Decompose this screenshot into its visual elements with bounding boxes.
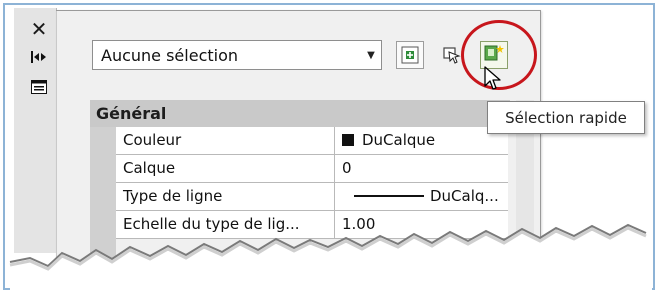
property-row-linetype-scale[interactable]: Echelle du type de lig... 1.00 <box>116 211 508 239</box>
mouse-cursor-icon <box>484 66 501 90</box>
property-name: Echelle du type de lig... <box>116 211 335 238</box>
linetype-sample <box>354 195 424 197</box>
property-value-text: DuCalq... <box>430 187 499 205</box>
property-row-color[interactable]: Couleur DuCalque <box>116 127 508 155</box>
selection-dropdown[interactable]: Aucune sélection ▼ <box>92 40 382 70</box>
property-value[interactable]: DuCalque <box>336 127 508 154</box>
property-name: Calque <box>116 155 335 182</box>
property-name: Type de ligne <box>116 183 335 210</box>
property-value[interactable]: DuCalq... <box>336 183 508 210</box>
section-header-general[interactable]: Général <box>90 100 510 128</box>
property-name: Couleur <box>116 127 335 154</box>
auto-hide-icon[interactable] <box>28 46 50 68</box>
palette-title-strip: ✕ <box>14 8 57 253</box>
close-icon[interactable]: ✕ <box>28 17 50 41</box>
toggle-pickadd-button[interactable] <box>396 41 424 69</box>
property-value[interactable]: 0 <box>336 155 508 182</box>
property-value[interactable]: 1.00 <box>336 211 508 238</box>
property-row-layer[interactable]: Calque 0 <box>116 155 508 183</box>
properties-icon[interactable] <box>28 76 50 98</box>
section-title: Général <box>96 104 167 123</box>
auto-hide-glyph <box>31 51 46 63</box>
property-row-linetype[interactable]: Type de ligne DuCalq... <box>116 183 508 211</box>
color-swatch <box>342 134 354 146</box>
pickadd-icon <box>401 46 419 64</box>
category-gutter <box>90 127 116 267</box>
properties-glyph <box>31 80 47 94</box>
chevron-down-icon[interactable]: ▼ <box>361 41 381 69</box>
selection-dropdown-value: Aucune sélection <box>101 45 239 65</box>
tooltip: Sélection rapide <box>487 101 645 134</box>
select-objects-icon <box>443 47 461 64</box>
property-value-text: DuCalque <box>362 131 436 149</box>
